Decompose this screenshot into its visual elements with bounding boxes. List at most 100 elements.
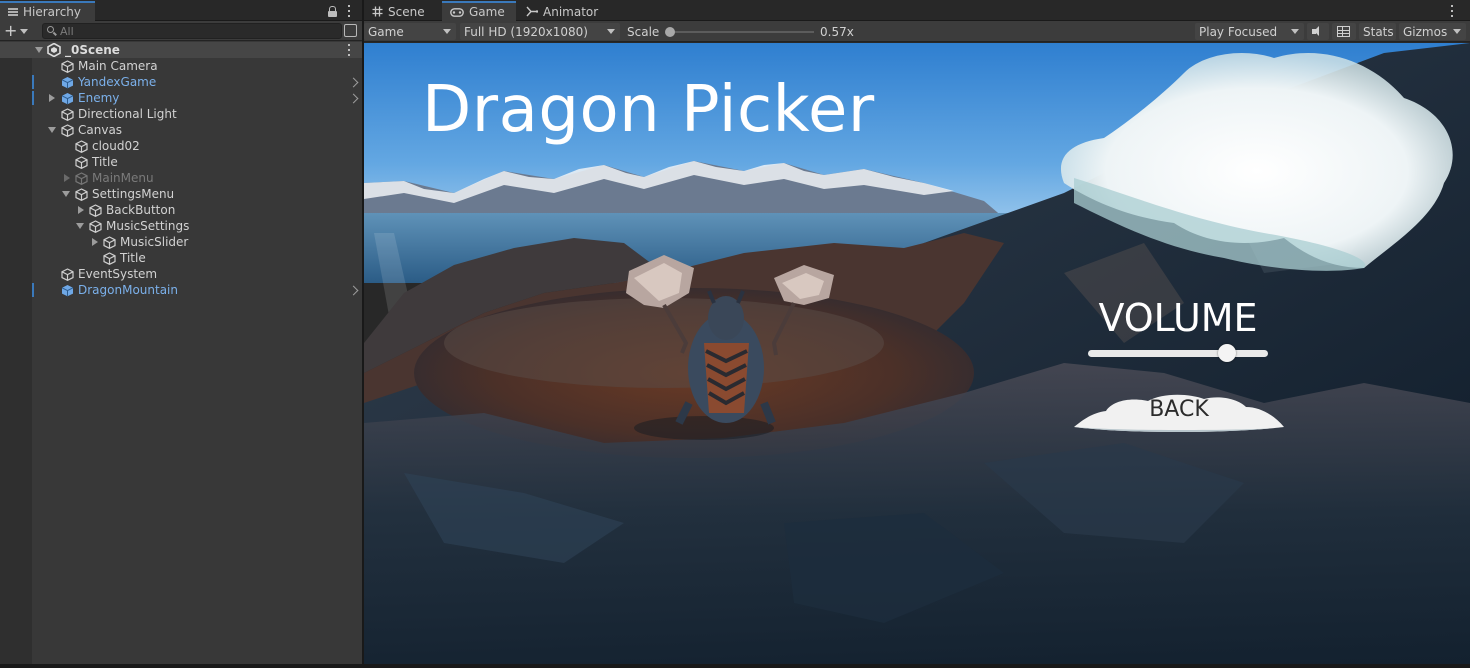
chevron-right-icon[interactable] xyxy=(348,93,359,103)
display-dropdown[interactable]: Game xyxy=(364,23,456,40)
window-bottom-border xyxy=(0,664,1470,668)
tab-hierarchy-label: Hierarchy xyxy=(23,5,82,19)
resolution-value: Full HD (1920x1080) xyxy=(464,24,588,39)
gameobject-icon xyxy=(75,139,88,153)
prefab-icon xyxy=(61,92,74,104)
chevron-down-icon xyxy=(1453,29,1461,34)
search-by-type-icon[interactable] xyxy=(344,24,357,37)
game-panel: Scene Game Animator Game Full HD (1920x1… xyxy=(364,0,1470,664)
hierarchy-item-title[interactable]: Title xyxy=(0,154,362,170)
tab-hierarchy[interactable]: Hierarchy xyxy=(0,1,95,21)
search-icon xyxy=(47,26,57,36)
create-button[interactable]: + xyxy=(4,23,34,39)
gameobject-icon xyxy=(89,203,102,217)
scene-row[interactable]: _0Scene xyxy=(0,42,362,58)
back-button[interactable]: BACK xyxy=(1070,391,1288,433)
scale-slider-track[interactable] xyxy=(666,31,814,33)
hierarchy-item-directional-light[interactable]: Directional Light xyxy=(0,106,362,122)
hierarchy-search[interactable] xyxy=(42,23,342,39)
hierarchy-item-label: MainMenu xyxy=(92,171,154,185)
hierarchy-item-label: SettingsMenu xyxy=(92,187,175,201)
hierarchy-item-yandexgame[interactable]: YandexGame xyxy=(0,74,362,90)
tab-game[interactable]: Game xyxy=(442,1,516,21)
game-title: Dragon Picker xyxy=(422,73,875,147)
back-button-label: BACK xyxy=(1149,397,1209,422)
hierarchy-item-title-nested[interactable]: Title xyxy=(0,250,362,266)
gameobject-icon xyxy=(61,107,74,121)
mute-audio-button[interactable] xyxy=(1307,23,1329,40)
resolution-dropdown[interactable]: Full HD (1920x1080) xyxy=(460,23,620,40)
lock-icon[interactable] xyxy=(328,6,337,17)
gizmos-dropdown[interactable]: Gizmos xyxy=(1399,23,1466,40)
gameobject-icon xyxy=(61,123,74,137)
prefab-override-marker xyxy=(32,283,34,297)
hierarchy-item-dragonmountain[interactable]: DragonMountain xyxy=(0,282,362,298)
hierarchy-item-canvas[interactable]: Canvas xyxy=(0,122,362,138)
hierarchy-panel: Hierarchy + _0Scene Main C xyxy=(0,0,362,664)
scale-slider-thumb[interactable] xyxy=(665,27,675,37)
fold-closed-icon[interactable] xyxy=(92,238,98,246)
hierarchy-item-musicsettings[interactable]: MusicSettings xyxy=(0,218,362,234)
scene-menu-icon[interactable] xyxy=(347,44,351,56)
speaker-icon xyxy=(1312,26,1324,37)
hierarchy-item-label: EventSystem xyxy=(78,267,158,281)
hierarchy-item-label: YandexGame xyxy=(78,75,157,89)
hierarchy-toolbar: + xyxy=(0,21,362,41)
fold-closed-icon[interactable] xyxy=(64,174,70,182)
hierarchy-item-label: Main Camera xyxy=(78,59,158,73)
hierarchy-item-label: Directional Light xyxy=(78,107,177,121)
hierarchy-item-main-camera[interactable]: Main Camera xyxy=(0,58,362,74)
tab-animator[interactable]: Animator xyxy=(518,2,610,21)
aspect-grid-button[interactable] xyxy=(1332,23,1356,40)
hierarchy-item-backbutton[interactable]: BackButton xyxy=(0,202,362,218)
tab-game-label: Game xyxy=(469,5,505,19)
fold-open-icon[interactable] xyxy=(48,127,56,133)
fold-closed-icon[interactable] xyxy=(49,94,55,102)
gamepad-icon xyxy=(450,7,464,17)
chevron-right-icon[interactable] xyxy=(348,285,359,295)
prefab-icon xyxy=(61,76,74,88)
scale-label: Scale xyxy=(627,24,660,39)
hierarchy-item-eventsystem[interactable]: EventSystem xyxy=(0,266,362,282)
play-mode-value: Play Focused xyxy=(1199,24,1278,39)
tab-animator-label: Animator xyxy=(543,4,599,19)
gizmos-label: Gizmos xyxy=(1403,24,1448,39)
fold-closed-icon[interactable] xyxy=(78,206,84,214)
hierarchy-item-label: Enemy xyxy=(78,91,120,105)
fold-open-icon[interactable] xyxy=(35,47,43,53)
scene-name: _0Scene xyxy=(65,43,120,57)
hierarchy-item-cloud02[interactable]: cloud02 xyxy=(0,138,362,154)
volume-label: VOLUME xyxy=(1098,296,1258,340)
tab-scene-label: Scene xyxy=(388,4,425,19)
gameobject-icon xyxy=(103,251,116,265)
hierarchy-item-enemy[interactable]: Enemy xyxy=(0,90,362,106)
chevron-down-icon xyxy=(443,29,451,34)
chevron-down-icon xyxy=(20,28,29,34)
gameobject-icon xyxy=(89,219,102,233)
volume-slider[interactable] xyxy=(1088,344,1268,362)
tab-scene[interactable]: Scene xyxy=(364,2,440,21)
hierarchy-item-settingsmenu[interactable]: SettingsMenu xyxy=(0,186,362,202)
gameobject-icon xyxy=(75,187,88,201)
list-icon xyxy=(8,8,18,16)
hierarchy-search-input[interactable] xyxy=(60,24,300,38)
play-mode-dropdown[interactable]: Play Focused xyxy=(1195,23,1304,40)
prefab-override-marker xyxy=(32,75,34,89)
volume-slider-handle[interactable] xyxy=(1217,344,1236,362)
stats-button[interactable]: Stats xyxy=(1359,23,1396,40)
hierarchy-item-mainmenu[interactable]: MainMenu xyxy=(0,170,362,186)
hierarchy-item-label: Canvas xyxy=(78,123,123,137)
hierarchy-item-musicslider[interactable]: MusicSlider xyxy=(0,234,362,250)
hierarchy-menu-icon[interactable] xyxy=(347,5,351,17)
fold-open-icon[interactable] xyxy=(62,191,70,197)
chevron-right-icon[interactable] xyxy=(348,77,359,87)
gameobject-icon xyxy=(103,235,116,249)
gameobject-icon xyxy=(75,155,88,169)
view-menu-icon[interactable] xyxy=(1450,5,1454,17)
prefab-override-marker xyxy=(32,91,34,105)
chevron-down-icon xyxy=(607,29,615,34)
fold-open-icon[interactable] xyxy=(76,223,84,229)
game-viewport[interactable]: Dragon Picker VOLUME BACK xyxy=(364,43,1470,664)
volume-slider-track[interactable] xyxy=(1088,350,1268,357)
stats-label: Stats xyxy=(1363,24,1394,39)
